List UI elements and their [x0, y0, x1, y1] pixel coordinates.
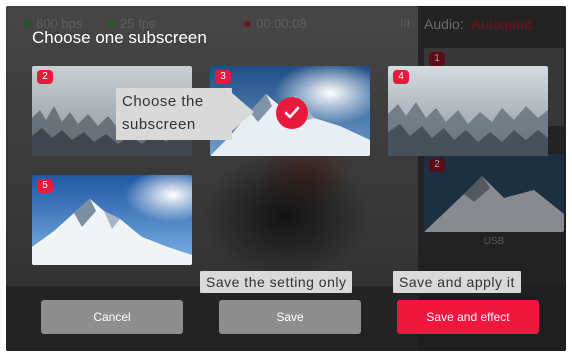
checkmark-icon [276, 97, 308, 129]
foggy-forest-image [388, 66, 548, 156]
snowy-mountain-image [32, 175, 192, 265]
subscreen-badge-3: 3 [215, 70, 231, 84]
subscreen-badge-2: 2 [37, 70, 53, 84]
callout-arrow-icon [232, 93, 254, 131]
callout-line-2: subscreen [122, 116, 196, 133]
save-and-effect-button[interactable]: Save and effect [397, 300, 539, 334]
cancel-button[interactable]: Cancel [41, 300, 183, 334]
subscreen-5[interactable]: 5 [32, 175, 192, 265]
save-only-callout: Save the setting only [200, 271, 353, 293]
dialog-title: Choose one subscreen [32, 28, 207, 47]
choose-subscreen-callout: Choose the subscreen [116, 88, 232, 140]
subscreen-4[interactable]: 4 [388, 66, 548, 156]
save-apply-callout: Save and apply it [393, 271, 521, 293]
save-button[interactable]: Save [219, 300, 361, 334]
subscreen-badge-5: 5 [37, 179, 53, 193]
callout-line-1: Choose the [122, 93, 204, 110]
live-screen: 800 bps 25 fps 00:00:08 III Audio: Autom… [6, 6, 566, 351]
subscreen-badge-4: 4 [393, 70, 409, 84]
